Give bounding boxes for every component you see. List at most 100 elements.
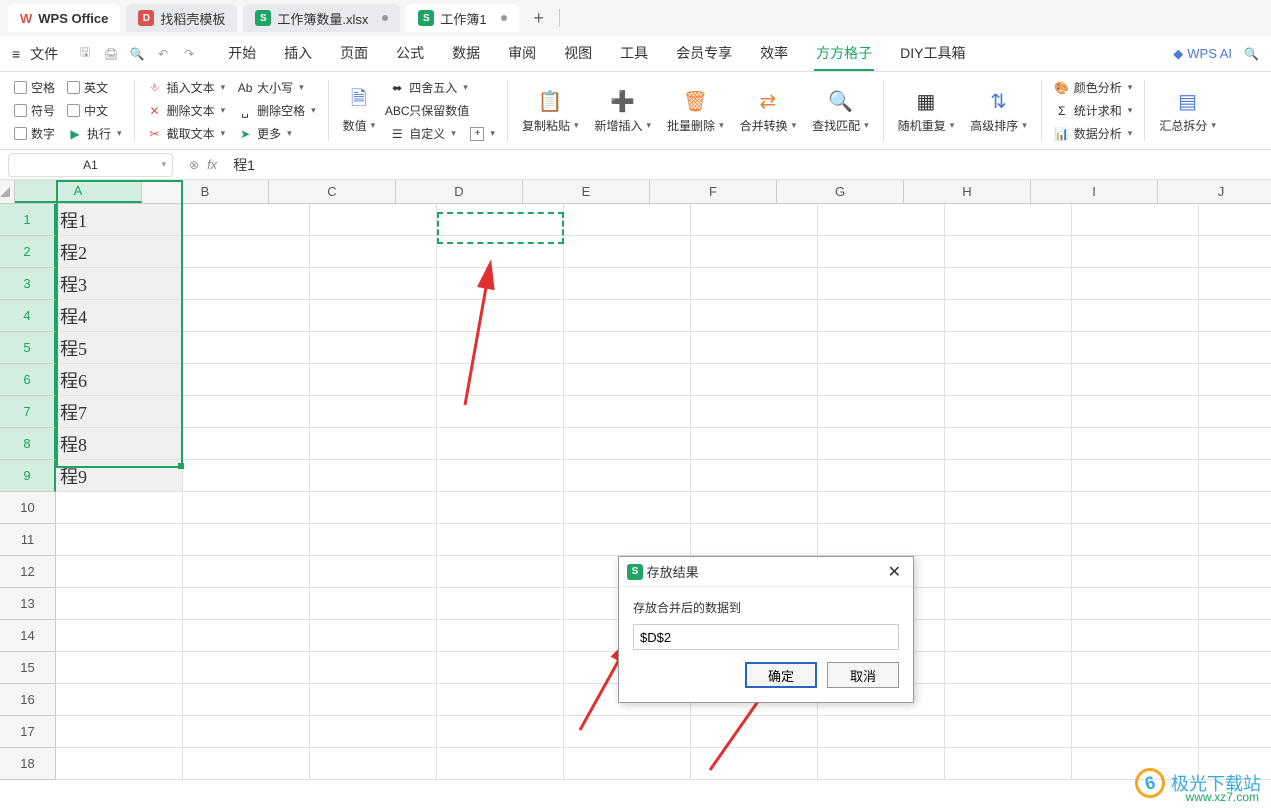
insert-text-button[interactable]: ⎀插入文本▾ xyxy=(147,77,226,99)
data-analysis-button[interactable]: 📊数据分析▾ xyxy=(1054,123,1133,145)
cell-I15[interactable] xyxy=(1072,652,1199,684)
cell-F18[interactable] xyxy=(691,748,818,780)
cell-A14[interactable] xyxy=(56,620,183,652)
cell-I16[interactable] xyxy=(1072,684,1199,716)
cell-D9[interactable] xyxy=(437,460,564,492)
cell-D16[interactable] xyxy=(437,684,564,716)
cell-G5[interactable] xyxy=(818,332,945,364)
cell-A12[interactable] xyxy=(56,556,183,588)
cell-D12[interactable] xyxy=(437,556,564,588)
cell-G11[interactable] xyxy=(818,524,945,556)
cell-A8[interactable]: 程8 xyxy=(56,428,183,460)
cell-A4[interactable]: 程4 xyxy=(56,300,183,332)
cancel-button[interactable]: 取消 xyxy=(827,662,899,688)
copy-paste-button[interactable]: 📋 复制粘贴▾ xyxy=(514,76,587,145)
cell-I1[interactable] xyxy=(1072,204,1199,236)
cell-F8[interactable] xyxy=(691,428,818,460)
cell-H5[interactable] xyxy=(945,332,1072,364)
cell-C2[interactable] xyxy=(310,236,437,268)
redo-icon[interactable]: ↷ xyxy=(180,45,198,63)
col-header-C[interactable]: C xyxy=(269,180,396,203)
round-button[interactable]: ⬌四舍五入▾ xyxy=(389,77,495,99)
cell-C8[interactable] xyxy=(310,428,437,460)
cell-G2[interactable] xyxy=(818,236,945,268)
cell-B2[interactable] xyxy=(183,236,310,268)
keep-value-button[interactable]: ABC只保留数值 xyxy=(389,100,495,122)
cell-B12[interactable] xyxy=(183,556,310,588)
tab-review[interactable]: 审阅 xyxy=(506,37,538,71)
delete-space-button[interactable]: ␣删除空格▾ xyxy=(237,100,316,122)
cell-J8[interactable] xyxy=(1199,428,1271,460)
cell-D1[interactable] xyxy=(437,204,564,236)
cell-C15[interactable] xyxy=(310,652,437,684)
cell-H2[interactable] xyxy=(945,236,1072,268)
summary-split-button[interactable]: ▤ 汇总拆分▾ xyxy=(1151,76,1224,145)
cell-E10[interactable] xyxy=(564,492,691,524)
print-icon[interactable]: 🖨 xyxy=(102,45,120,63)
cell-J15[interactable] xyxy=(1199,652,1271,684)
col-header-I[interactable]: I xyxy=(1031,180,1158,203)
cell-I12[interactable] xyxy=(1072,556,1199,588)
cell-I14[interactable] xyxy=(1072,620,1199,652)
cell-E3[interactable] xyxy=(564,268,691,300)
cell-D11[interactable] xyxy=(437,524,564,556)
cell-G6[interactable] xyxy=(818,364,945,396)
hamburger-icon[interactable]: ≡ xyxy=(12,46,20,62)
dialog-titlebar[interactable]: S 存放结果 ✕ xyxy=(619,557,913,587)
tab-diy[interactable]: DIY工具箱 xyxy=(898,37,967,71)
cell-I3[interactable] xyxy=(1072,268,1199,300)
cell-D3[interactable] xyxy=(437,268,564,300)
cell-A18[interactable] xyxy=(56,748,183,780)
case-button[interactable]: Ab大小写▾ xyxy=(237,77,316,99)
row-header-13[interactable]: 13 xyxy=(0,588,56,620)
preview-icon[interactable]: 🔍 xyxy=(128,45,146,63)
cell-J16[interactable] xyxy=(1199,684,1271,716)
tab-tools[interactable]: 工具 xyxy=(618,37,650,71)
cell-F10[interactable] xyxy=(691,492,818,524)
cell-B10[interactable] xyxy=(183,492,310,524)
color-analysis-button[interactable]: 🎨颜色分析▾ xyxy=(1054,77,1133,99)
cell-E17[interactable] xyxy=(564,716,691,748)
cell-C5[interactable] xyxy=(310,332,437,364)
cell-H16[interactable] xyxy=(945,684,1072,716)
cell-H4[interactable] xyxy=(945,300,1072,332)
cell-A1[interactable]: 程1 xyxy=(56,204,183,236)
cell-B16[interactable] xyxy=(183,684,310,716)
cell-D5[interactable] xyxy=(437,332,564,364)
cell-C7[interactable] xyxy=(310,396,437,428)
row-header-7[interactable]: 7 xyxy=(0,396,56,428)
name-box[interactable]: A1 ▾ xyxy=(8,153,173,177)
cell-G8[interactable] xyxy=(818,428,945,460)
row-header-1[interactable]: 1 xyxy=(0,204,56,236)
cell-H10[interactable] xyxy=(945,492,1072,524)
cell-G9[interactable] xyxy=(818,460,945,492)
cell-A5[interactable]: 程5 xyxy=(56,332,183,364)
cell-B9[interactable] xyxy=(183,460,310,492)
row-header-18[interactable]: 18 xyxy=(0,748,56,780)
tab-formula[interactable]: 公式 xyxy=(394,37,426,71)
cell-H13[interactable] xyxy=(945,588,1072,620)
col-header-G[interactable]: G xyxy=(777,180,904,203)
tab-workbook-count[interactable]: S 工作簿数量.xlsx xyxy=(243,4,400,32)
cell-I17[interactable] xyxy=(1072,716,1199,748)
add-insert-button[interactable]: ➕ 新增插入▾ xyxy=(587,76,660,145)
cell-I10[interactable] xyxy=(1072,492,1199,524)
cell-H17[interactable] xyxy=(945,716,1072,748)
row-header-2[interactable]: 2 xyxy=(0,236,56,268)
cell-A15[interactable] xyxy=(56,652,183,684)
tab-workbook1[interactable]: S 工作簿1 xyxy=(406,4,518,32)
cell-A11[interactable] xyxy=(56,524,183,556)
cell-C16[interactable] xyxy=(310,684,437,716)
cell-A13[interactable] xyxy=(56,588,183,620)
cell-H6[interactable] xyxy=(945,364,1072,396)
stat-sum-button[interactable]: Σ统计求和▾ xyxy=(1054,100,1133,122)
cell-C1[interactable] xyxy=(310,204,437,236)
tab-data[interactable]: 数据 xyxy=(450,37,482,71)
cell-A17[interactable] xyxy=(56,716,183,748)
cell-J11[interactable] xyxy=(1199,524,1271,556)
chevron-down-icon[interactable]: ▾ xyxy=(161,159,166,170)
cell-I6[interactable] xyxy=(1072,364,1199,396)
row-header-11[interactable]: 11 xyxy=(0,524,56,556)
find-match-button[interactable]: 🔍 查找匹配▾ xyxy=(804,76,877,145)
cell-G3[interactable] xyxy=(818,268,945,300)
